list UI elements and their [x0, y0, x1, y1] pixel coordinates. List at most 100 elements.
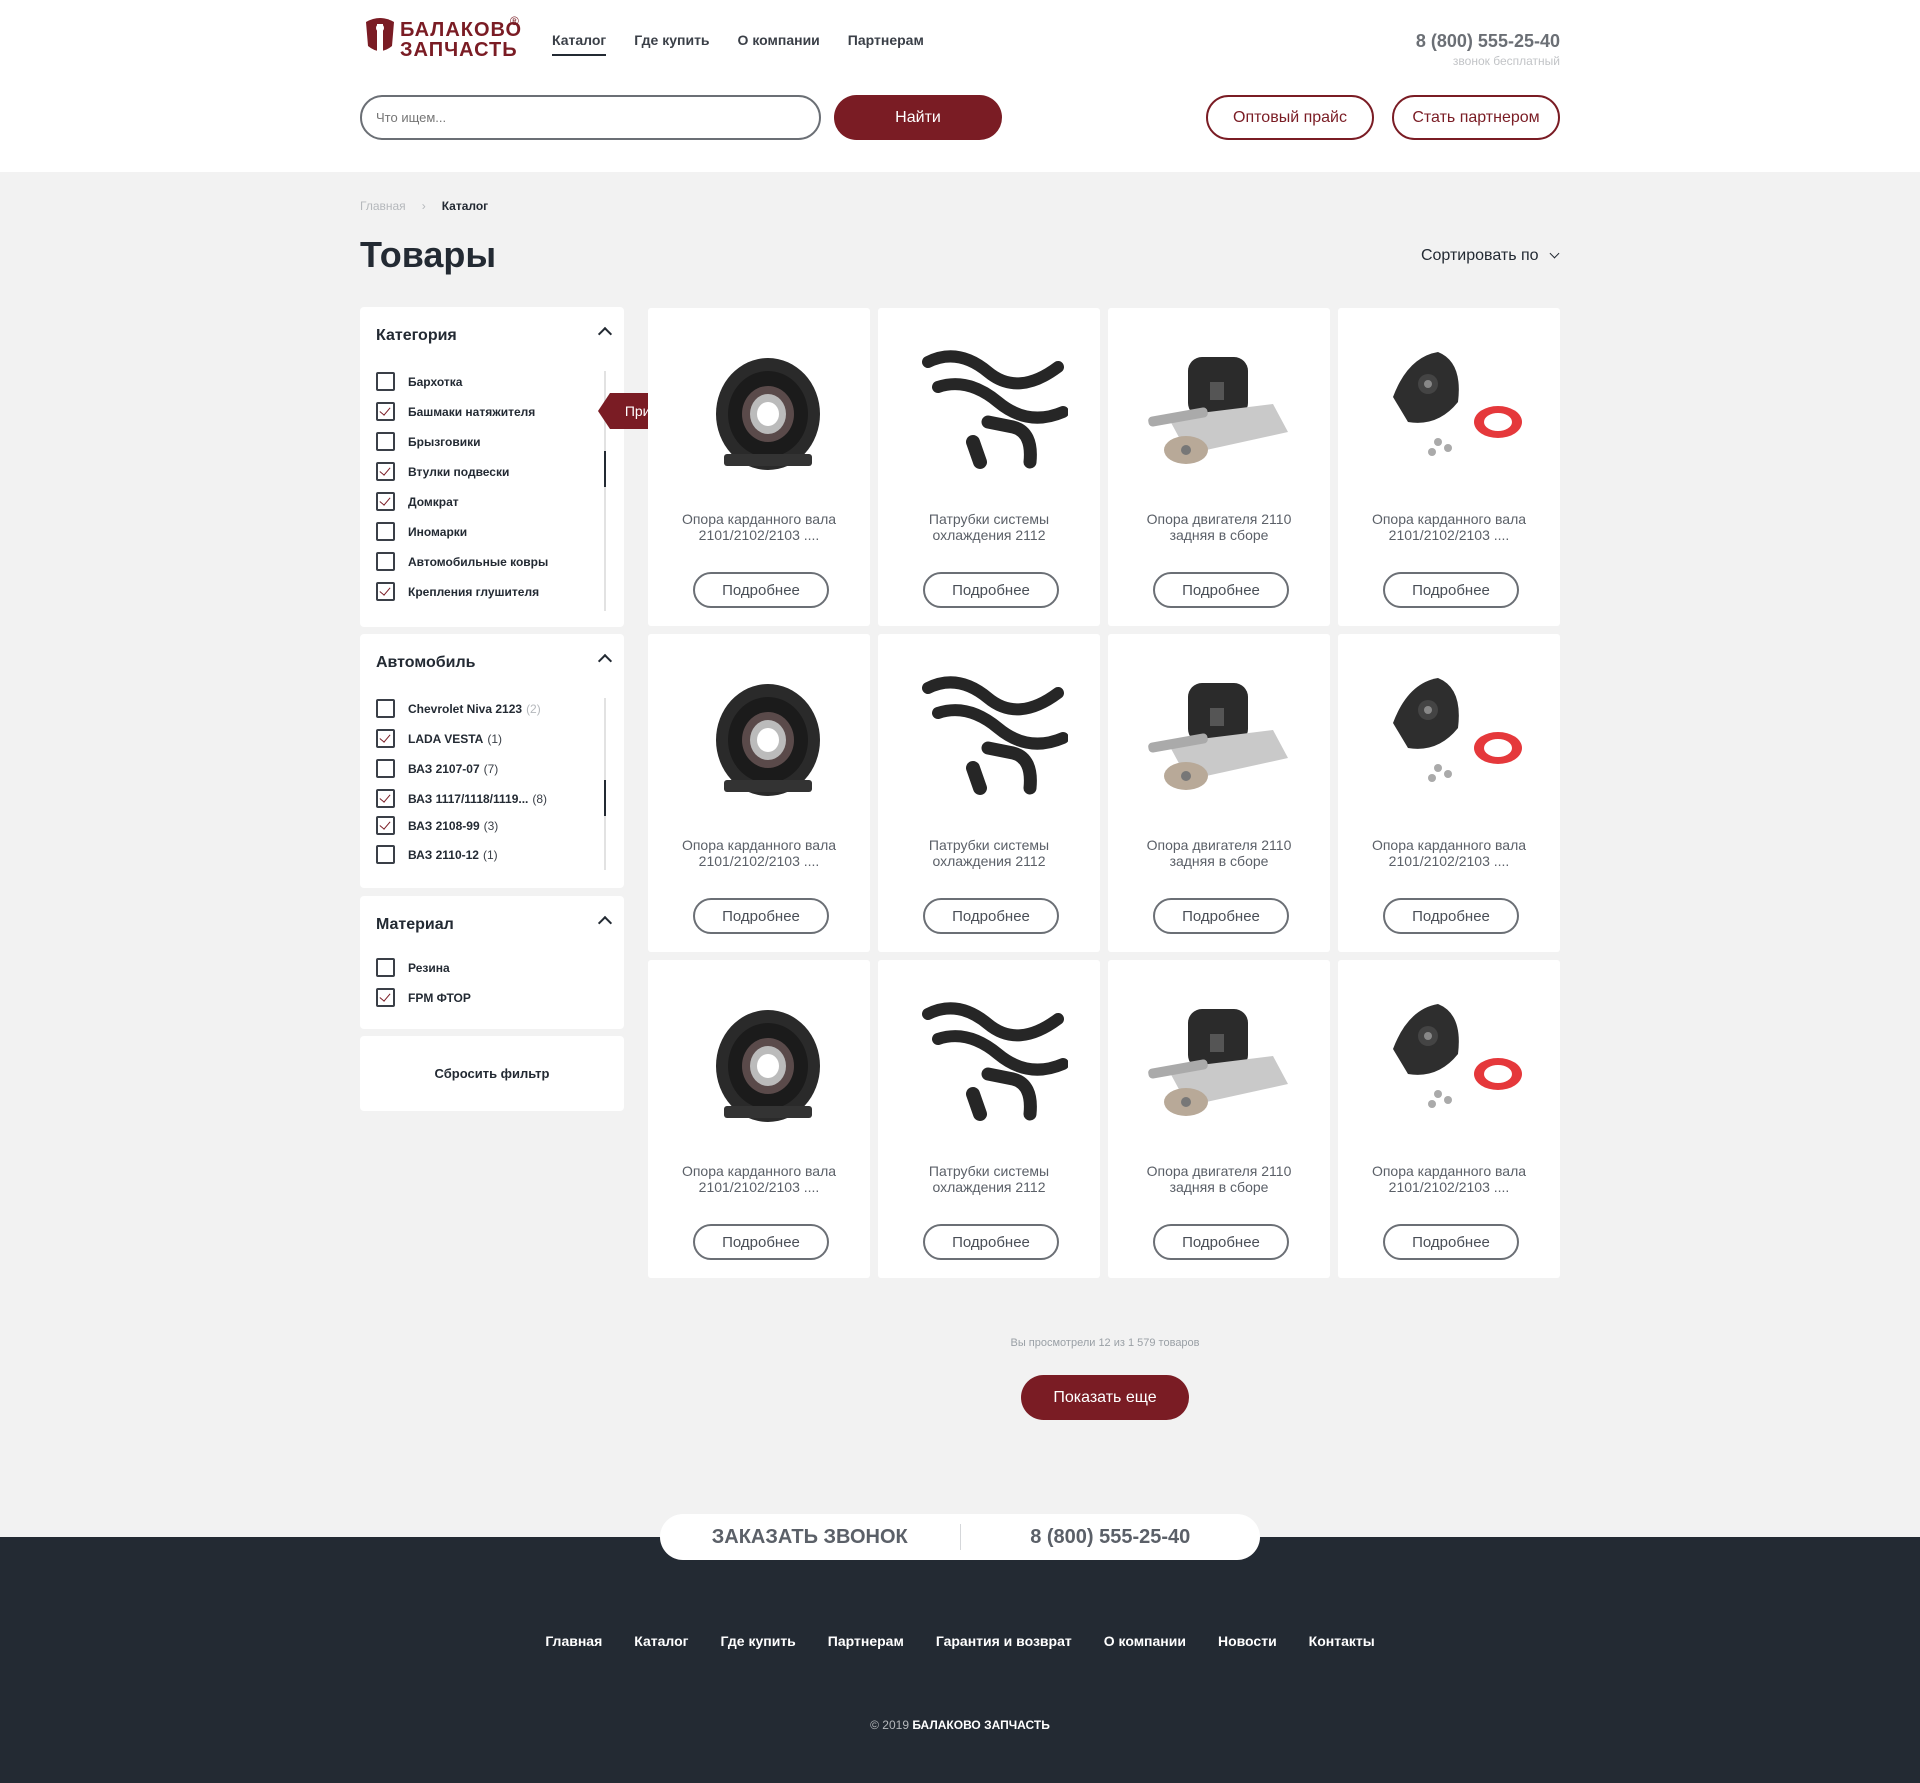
footer-phone[interactable]: 8 (800) 555-25-40 — [961, 1526, 1261, 1549]
details-button[interactable]: Подробнее — [923, 898, 1059, 934]
checkbox-checked[interactable] — [376, 988, 395, 1007]
bearing-support-image[interactable] — [688, 668, 838, 803]
nav-where-to-buy[interactable]: Где купить — [634, 32, 709, 56]
product-name[interactable]: Опора карданного вала 2101/2102/2103 ...… — [1350, 837, 1548, 869]
product-name[interactable]: Опора двигателя 2110 задняя в сборе — [1120, 511, 1318, 543]
product-name[interactable]: Опора карданного вала 2101/2102/2103 ...… — [1350, 511, 1548, 543]
strut-mount-image[interactable] — [1378, 342, 1528, 477]
checkbox[interactable] — [376, 958, 395, 977]
filter-option[interactable]: LADA VESTA (1) — [376, 729, 502, 748]
nav-catalog[interactable]: Каталог — [552, 32, 607, 56]
search-input[interactable] — [360, 95, 821, 140]
product-name[interactable]: Патрубки системы охлаждения 2112 — [890, 511, 1088, 543]
checkbox[interactable] — [376, 372, 395, 391]
product-card[interactable]: Опора карданного вала 2101/2102/2103 ...… — [1338, 308, 1560, 626]
scrollbar[interactable] — [604, 698, 606, 870]
filter-option[interactable]: Автомобильные ковры — [376, 552, 548, 571]
chevron-up-icon[interactable] — [597, 653, 613, 669]
product-name[interactable]: Патрубки системы охлаждения 2112 — [890, 837, 1088, 869]
checkbox-checked[interactable] — [376, 582, 395, 601]
bearing-support-image[interactable] — [688, 342, 838, 477]
checkbox-checked[interactable] — [376, 402, 395, 421]
details-button[interactable]: Подробнее — [923, 572, 1059, 608]
product-card[interactable]: Опора карданного вала 2101/2102/2103 ...… — [648, 634, 870, 952]
nav-partners[interactable]: Партнерам — [848, 32, 924, 56]
product-name[interactable]: Опора карданного вала 2101/2102/2103 ...… — [660, 837, 858, 869]
product-name[interactable]: Опора карданного вала 2101/2102/2103 ...… — [1350, 1163, 1548, 1195]
details-button[interactable]: Подробнее — [1383, 898, 1519, 934]
logo[interactable]: БАЛАКОВО ЗАПЧАСТЬ ® — [362, 14, 522, 64]
details-button[interactable]: Подробнее — [1383, 572, 1519, 608]
filter-option[interactable]: Бархотка — [376, 372, 462, 391]
product-card[interactable]: Опора двигателя 2110 задняя в сборе Подр… — [1108, 308, 1330, 626]
filter-option[interactable]: ВАЗ 2107-07 (7) — [376, 759, 498, 778]
filter-option[interactable]: Домкрат — [376, 492, 459, 511]
product-name[interactable]: Опора карданного вала 2101/2102/2103 ...… — [660, 511, 858, 543]
footer-link-warranty[interactable]: Гарантия и возврат — [936, 1633, 1072, 1649]
product-name[interactable]: Опора двигателя 2110 задняя в сборе — [1120, 1163, 1318, 1195]
find-button[interactable]: Найти — [834, 95, 1002, 140]
checkbox-checked[interactable] — [376, 492, 395, 511]
checkbox[interactable] — [376, 759, 395, 778]
show-more-button[interactable]: Показать еще — [1021, 1375, 1189, 1420]
footer-link-news[interactable]: Новости — [1218, 1633, 1277, 1649]
filter-option[interactable]: FPM ФТОР — [376, 988, 471, 1007]
details-button[interactable]: Подробнее — [1153, 1224, 1289, 1260]
phone-number[interactable]: 8 (800) 555-25-40 — [1416, 31, 1560, 52]
checkbox[interactable] — [376, 552, 395, 571]
product-card[interactable]: Патрубки системы охлаждения 2112 Подробн… — [878, 308, 1100, 626]
footer-link-contacts[interactable]: Контакты — [1309, 1633, 1375, 1649]
hoses-image[interactable] — [918, 668, 1069, 803]
checkbox[interactable] — [376, 699, 395, 718]
details-button[interactable]: Подробнее — [693, 572, 829, 608]
order-call-button[interactable]: ЗАКАЗАТЬ ЗВОНОК — [660, 1526, 960, 1549]
details-button[interactable]: Подробнее — [1153, 572, 1289, 608]
checkbox[interactable] — [376, 522, 395, 541]
filter-option[interactable]: Крепления глушителя — [376, 582, 539, 601]
details-button[interactable]: Подробнее — [693, 1224, 829, 1260]
filter-option[interactable]: ВАЗ 2110-12 (1) — [376, 845, 498, 864]
details-button[interactable]: Подробнее — [1153, 898, 1289, 934]
filter-option[interactable]: Chevrolet Niva 2123 (2) — [376, 699, 541, 718]
wholesale-price-button[interactable]: Оптовый прайс — [1206, 95, 1374, 140]
sort-dropdown[interactable]: Сортировать по — [1421, 247, 1560, 265]
filter-option[interactable]: ВАЗ 2108-99 (3) — [376, 816, 498, 835]
checkbox[interactable] — [376, 432, 395, 451]
checkbox-checked[interactable] — [376, 729, 395, 748]
hoses-image[interactable] — [918, 342, 1069, 477]
chevron-up-icon[interactable] — [597, 915, 613, 931]
filter-option[interactable]: Брызговики — [376, 432, 480, 451]
product-name[interactable]: Патрубки системы охлаждения 2112 — [890, 1163, 1088, 1195]
product-card[interactable]: Опора двигателя 2110 задняя в сборе Подр… — [1108, 960, 1330, 1278]
bearing-support-image[interactable] — [688, 994, 838, 1129]
filter-option[interactable]: Резина — [376, 958, 450, 977]
engine-mount-image[interactable] — [1148, 342, 1298, 477]
footer-link-catalog[interactable]: Каталог — [634, 1633, 688, 1649]
product-card[interactable]: Опора карданного вала 2101/2102/2103 ...… — [1338, 960, 1560, 1278]
checkbox-checked[interactable] — [376, 462, 395, 481]
reset-filter-button[interactable]: Сбросить фильтр — [360, 1036, 624, 1111]
breadcrumb-home[interactable]: Главная — [360, 199, 406, 213]
hoses-image[interactable] — [918, 994, 1069, 1129]
strut-mount-image[interactable] — [1378, 994, 1528, 1129]
filter-option[interactable]: ВАЗ 1117/1118/1119... (8) — [376, 789, 547, 808]
engine-mount-image[interactable] — [1148, 668, 1298, 803]
engine-mount-image[interactable] — [1148, 994, 1298, 1129]
filter-option[interactable]: Иномарки — [376, 522, 467, 541]
product-card[interactable]: Опора карданного вала 2101/2102/2103 ...… — [648, 308, 870, 626]
product-name[interactable]: Опора карданного вала 2101/2102/2103 ...… — [660, 1163, 858, 1195]
checkbox-checked[interactable] — [376, 816, 395, 835]
nav-about[interactable]: О компании — [738, 32, 820, 56]
product-card[interactable]: Патрубки системы охлаждения 2112 Подробн… — [878, 634, 1100, 952]
checkbox-checked[interactable] — [376, 789, 395, 808]
product-card[interactable]: Патрубки системы охлаждения 2112 Подробн… — [878, 960, 1100, 1278]
strut-mount-image[interactable] — [1378, 668, 1528, 803]
footer-link-about[interactable]: О компании — [1104, 1633, 1186, 1649]
details-button[interactable]: Подробнее — [923, 1224, 1059, 1260]
filter-option[interactable]: Втулки подвески — [376, 462, 509, 481]
product-card[interactable]: Опора карданного вала 2101/2102/2103 ...… — [1338, 634, 1560, 952]
footer-link-home[interactable]: Главная — [545, 1633, 602, 1649]
checkbox[interactable] — [376, 845, 395, 864]
details-button[interactable]: Подробнее — [693, 898, 829, 934]
product-card[interactable]: Опора двигателя 2110 задняя в сборе Подр… — [1108, 634, 1330, 952]
